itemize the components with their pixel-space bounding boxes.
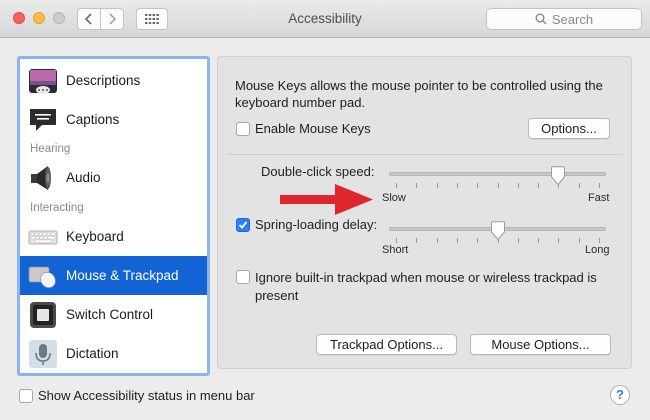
divider <box>228 154 623 155</box>
search-icon <box>535 13 547 25</box>
show-status-label: Show Accessibility status in menu bar <box>38 388 255 403</box>
sidebar-item-captions[interactable]: Captions <box>20 100 207 139</box>
slider-tick <box>436 238 438 243</box>
chevron-left-icon <box>84 13 92 25</box>
microphone-icon <box>29 339 57 368</box>
slider-min-label: Slow <box>382 192 406 204</box>
keyboard-icon <box>28 230 58 244</box>
double-click-speed-label: Double-click speed: <box>261 164 375 179</box>
slider-tick <box>578 183 580 188</box>
preferences-window: Accessibility Search Descriptions Captio… <box>0 0 650 420</box>
slider-tick <box>558 238 560 243</box>
sidebar-item-dictation[interactable]: Dictation <box>20 334 207 373</box>
sidebar-item-label: Mouse & Trackpad <box>66 268 179 283</box>
slider-thumb[interactable] <box>550 166 566 186</box>
slider-tick <box>599 183 600 188</box>
sidebar-section-hearing: Hearing <box>30 143 71 155</box>
checkmark-icon <box>238 221 248 229</box>
sidebar-item-label: Keyboard <box>66 229 124 244</box>
sidebar-item-label: Audio <box>66 170 101 185</box>
slider-tick <box>578 238 580 243</box>
slider-tick <box>538 238 540 243</box>
ignore-trackpad-label: Ignore built-in trackpad when mouse or w… <box>255 270 597 303</box>
slider-thumb[interactable] <box>490 221 506 241</box>
search-field[interactable]: Search <box>486 8 642 30</box>
slider-tick <box>416 238 418 243</box>
slider-max-label: Fast <box>588 192 610 204</box>
enable-mouse-keys-label: Enable Mouse Keys <box>255 121 371 136</box>
show-status-checkbox[interactable] <box>19 389 33 403</box>
sidebar-item-descriptions[interactable]: Descriptions <box>20 61 207 100</box>
slider-tick <box>477 238 479 243</box>
title-bar: Accessibility Search <box>0 0 650 38</box>
mouse-keys-description: Mouse Keys allows the mouse pointer to b… <box>235 78 603 110</box>
spring-loading-checkbox[interactable] <box>236 218 250 232</box>
double-click-speed-slider[interactable] <box>389 165 606 195</box>
slider-tick <box>599 238 600 243</box>
help-button[interactable]: ? <box>610 385 630 405</box>
slider-tick <box>497 183 499 188</box>
slider-tick <box>396 183 397 188</box>
mouse-options-button[interactable]: Mouse Options... <box>470 334 611 355</box>
slider-tick <box>396 238 397 243</box>
search-placeholder: Search <box>551 11 594 27</box>
ignore-trackpad-checkbox[interactable] <box>236 270 250 284</box>
captions-icon <box>30 108 56 131</box>
sidebar-item-label: Switch Control <box>66 307 154 322</box>
sidebar-item-mouse-trackpad[interactable]: Mouse & Trackpad <box>20 256 207 295</box>
sidebar-item-audio[interactable]: Audio <box>20 158 207 197</box>
slider-tick <box>456 183 458 188</box>
minimize-button[interactable] <box>33 12 45 24</box>
slider-track <box>389 172 606 176</box>
sidebar-item-label: Dictation <box>66 346 119 361</box>
sidebar-section-interacting: Interacting <box>30 202 84 214</box>
trackpad-options-button[interactable]: Trackpad Options... <box>316 334 457 355</box>
slider-tick <box>517 238 519 243</box>
switch-control-icon <box>30 301 56 328</box>
forward-button[interactable] <box>101 8 124 30</box>
grid-icon <box>145 14 159 24</box>
close-button[interactable] <box>13 12 25 24</box>
slider-min-label: Short <box>382 244 409 256</box>
zoom-button[interactable] <box>53 12 65 24</box>
sidebar-item-keyboard[interactable]: Keyboard <box>20 217 207 256</box>
sidebar-item-label: Captions <box>66 112 120 127</box>
slider-tick <box>477 183 479 188</box>
back-button[interactable] <box>77 8 101 30</box>
red-arrow-icon <box>280 184 373 215</box>
chevron-right-icon <box>109 13 117 25</box>
slider-tick <box>436 183 438 188</box>
slider-max-label: Long <box>585 244 610 256</box>
spring-loading-delay-slider[interactable] <box>389 220 606 250</box>
descriptions-icon <box>29 68 57 94</box>
enable-mouse-keys-checkbox[interactable] <box>236 122 250 136</box>
slider-tick <box>538 183 540 188</box>
show-all-button[interactable] <box>136 8 168 30</box>
sidebar-item-label: Descriptions <box>66 73 141 88</box>
slider-tick <box>517 183 519 188</box>
slider-tick <box>456 238 458 243</box>
slider-tick <box>416 183 418 188</box>
sidebar-item-switch-control[interactable]: Switch Control <box>20 295 207 334</box>
speaker-icon <box>31 165 51 190</box>
mouse-keys-options-button[interactable]: Options... <box>528 118 610 139</box>
spring-loading-delay-label: Spring-loading delay: <box>255 217 378 232</box>
mouse-trackpad-icon <box>28 266 56 288</box>
sidebar: Descriptions Captions Hearing Audio Inte… <box>17 56 210 376</box>
